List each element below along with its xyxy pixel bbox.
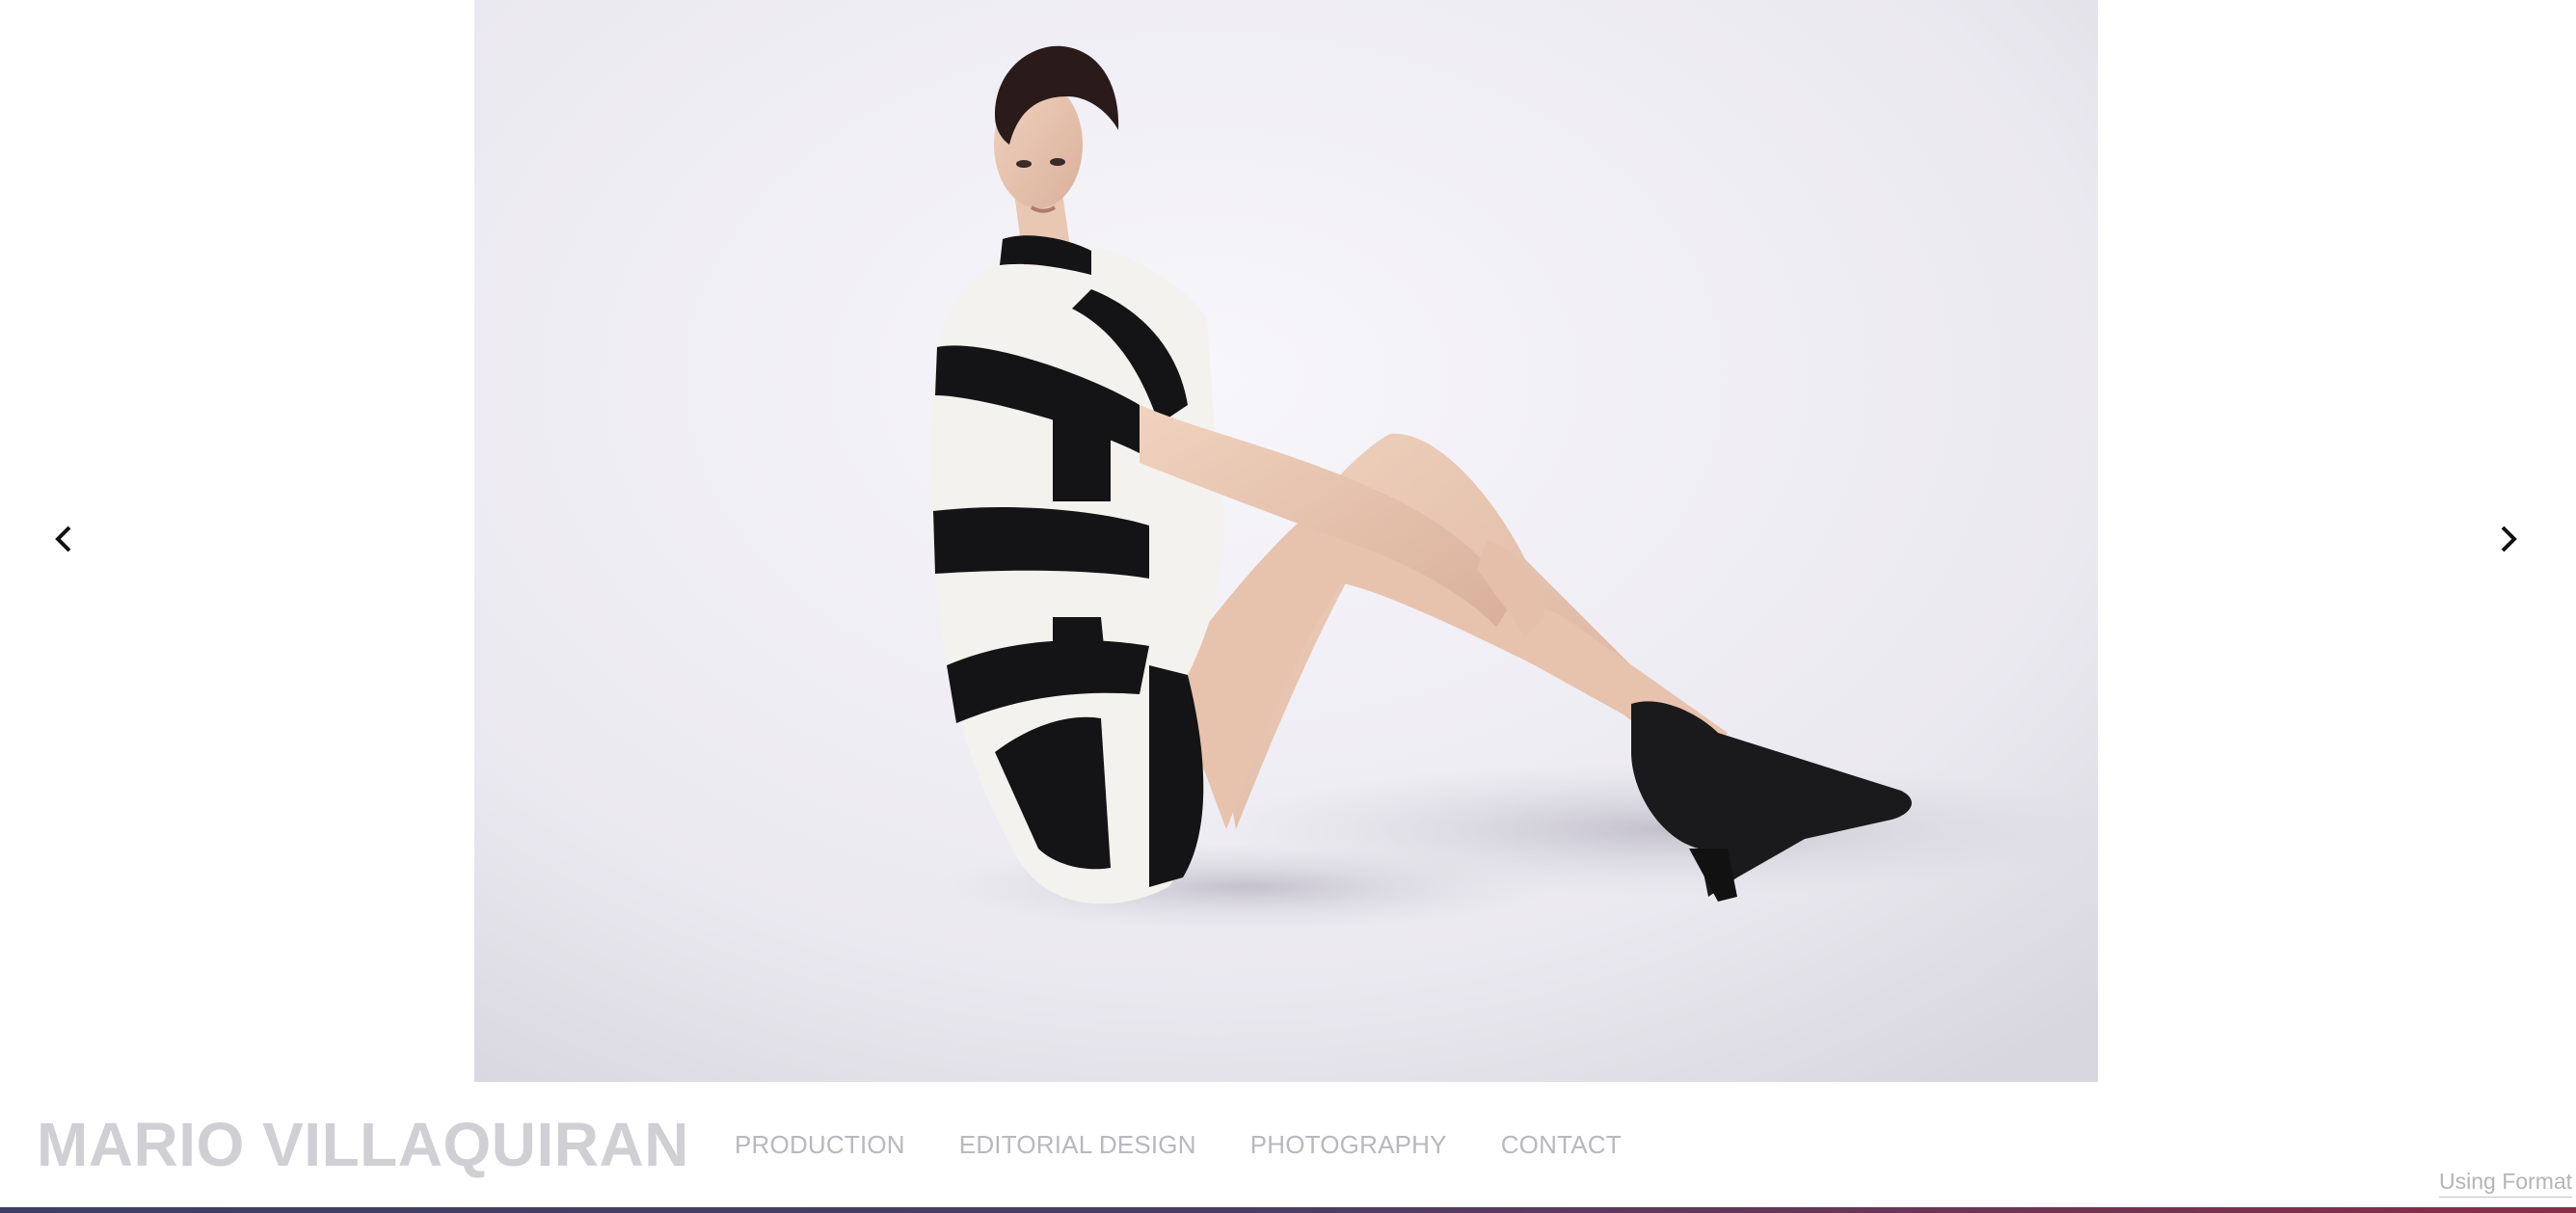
bottom-accent-bar [0, 1207, 2576, 1213]
chevron-left-icon [55, 526, 71, 553]
site-title[interactable]: MARIO VILLAQUIRAN [37, 1109, 689, 1180]
using-format-link[interactable]: Using Format [2439, 1169, 2573, 1198]
fashion-photo-image [474, 0, 2098, 1082]
nav-link-editorial-design[interactable]: EDITORIAL DESIGN [959, 1130, 1196, 1160]
nav-link-production[interactable]: PRODUCTION [735, 1130, 905, 1160]
next-slide-button[interactable] [2480, 516, 2537, 562]
nav-link-photography[interactable]: PHOTOGRAPHY [1250, 1130, 1447, 1160]
gallery-photo[interactable] [474, 0, 2098, 1082]
gallery-slideshow [0, 0, 2576, 1082]
nav-link-contact[interactable]: CONTACT [1501, 1130, 1622, 1160]
previous-slide-button[interactable] [35, 516, 93, 562]
main-navigation: PRODUCTION EDITORIAL DESIGN PHOTOGRAPHY … [735, 1130, 1622, 1160]
site-footer: MARIO VILLAQUIRAN PRODUCTION EDITORIAL D… [0, 1082, 2576, 1207]
chevron-right-icon [2501, 526, 2517, 553]
